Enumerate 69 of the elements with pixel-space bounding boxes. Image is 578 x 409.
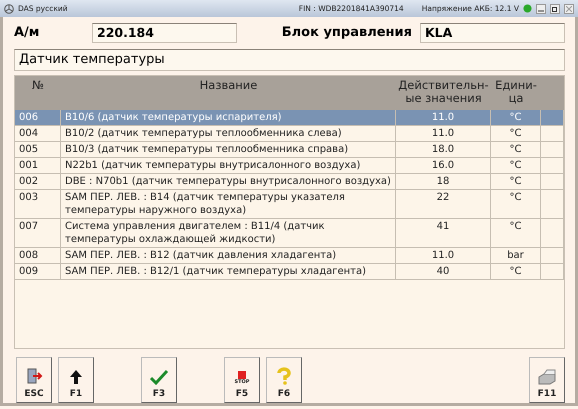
exit-door-icon (25, 366, 43, 385)
column-header: № (15, 76, 61, 110)
table-cell: 11.0 (396, 248, 491, 264)
table-cell: 009 (15, 264, 61, 280)
table-cell: °C (491, 110, 541, 126)
table-cell: B10/6 (датчик температуры испарителя) (61, 110, 396, 126)
checkmark-icon (150, 368, 168, 385)
restore-button[interactable] (550, 4, 560, 14)
table-cell: 16.0 (396, 158, 491, 174)
function-key-button[interactable]: F3 (141, 356, 177, 403)
table-cell: 41 (396, 218, 491, 248)
table-cell: 006 (15, 110, 61, 126)
table-cell: 11.0 (396, 110, 491, 126)
table-row[interactable]: 005 B10/3 (датчик температуры теплообменника справа) 18.0 °C (15, 142, 564, 158)
table-cell: SAM ПЕР. ЛЕВ. : B12/1 (датчик температуры хладагента) (61, 264, 396, 280)
control-unit-label: Блок управления (282, 25, 412, 40)
model-label: А/м (14, 25, 40, 40)
table-row[interactable]: 002 DBE : N70b1 (датчик температуры внутрисалонного воздуха) 18 °C (15, 174, 564, 190)
table-cell: °C (491, 174, 541, 190)
table-cell: 18.0 (396, 142, 491, 158)
close-icon (566, 6, 572, 12)
table-cell: °C (491, 142, 541, 158)
table-row[interactable]: 004 B10/2 (датчик температуры теплообменника слева) 11.0 °C (15, 126, 564, 142)
up-arrow-icon (69, 368, 83, 385)
column-header: Название (61, 76, 396, 110)
question-mark-icon (275, 366, 293, 385)
table-cell: SAM ПЕР. ЛЕВ. : B14 (датчик температуры указателя температуры наружного воздуха) (61, 190, 396, 219)
table-cell: Система управления двигателем : B11/4 (датчик температуры охлаждающей жидкости) (61, 218, 396, 248)
table-cell: bar (491, 248, 541, 264)
table-cell: °C (491, 218, 541, 248)
status-light-icon (523, 4, 532, 13)
table-row[interactable]: 001 N22b1 (датчик температуры внутрисалонного воздуха) 16.0 °C (15, 158, 564, 174)
model-field[interactable]: 220.184 (92, 22, 237, 43)
table-row[interactable]: 008 SAM ПЕР. ЛЕВ. : B12 (датчик давления хладагента) 11.0 bar (15, 248, 564, 264)
table-cell: 22 (396, 190, 491, 219)
table-cell: DBE : N70b1 (датчик температуры внутрисалонного воздуха) (61, 174, 396, 190)
table-cell: 002 (15, 174, 61, 190)
table-cell: N22b1 (датчик температуры внутрисалонного воздуха) (61, 158, 396, 174)
table-cell: B10/2 (датчик температуры теплообменника слева) (61, 126, 396, 142)
table-row[interactable]: 003 SAM ПЕР. ЛЕВ. : B14 (датчик температуры указателя температуры наружного воздуха) 22 °C (15, 190, 564, 219)
function-key-button[interactable]: F1 (58, 356, 94, 403)
table-cell: 40 (396, 264, 491, 280)
table-cell: B10/3 (датчик температуры теплообменника справа) (61, 142, 396, 158)
function-key-button[interactable]: ESC (16, 356, 52, 403)
table-cell: 004 (15, 126, 61, 142)
star-logo-icon (4, 4, 14, 14)
table-cell: °C (491, 126, 541, 142)
table-cell: °C (491, 264, 541, 280)
control-unit-field[interactable]: KLA (420, 22, 565, 43)
column-header: Едини-ца (491, 76, 541, 110)
restore-icon (552, 6, 558, 12)
table-cell: °C (491, 158, 541, 174)
table-cell: 003 (15, 190, 61, 219)
function-key-button[interactable]: F11 (529, 356, 565, 403)
table-cell: 11.0 (396, 126, 491, 142)
table-cell: 005 (15, 142, 61, 158)
function-key-button[interactable]: F6 (266, 356, 302, 403)
table-cell: °C (491, 190, 541, 219)
printer-icon (537, 368, 557, 385)
table-row[interactable]: 009 SAM ПЕР. ЛЕВ. : B12/1 (датчик температуры хладагента) 40 °C (15, 264, 564, 280)
table-row[interactable]: 007 Система управления двигателем : B11/4 (датчик температуры охлаждающей жидкости) 41 °C (15, 218, 564, 248)
table-cell: 008 (15, 248, 61, 264)
table-cell: 007 (15, 218, 61, 248)
table-cell: 001 (15, 158, 61, 174)
column-header: Действительн-ые значения (396, 76, 491, 110)
minimize-button[interactable] (536, 4, 546, 14)
table-cell: 18 (396, 174, 491, 190)
table-cell: SAM ПЕР. ЛЕВ. : B12 (датчик давления хладагента) (61, 248, 396, 264)
section-title-field: Датчик температуры (14, 48, 565, 71)
